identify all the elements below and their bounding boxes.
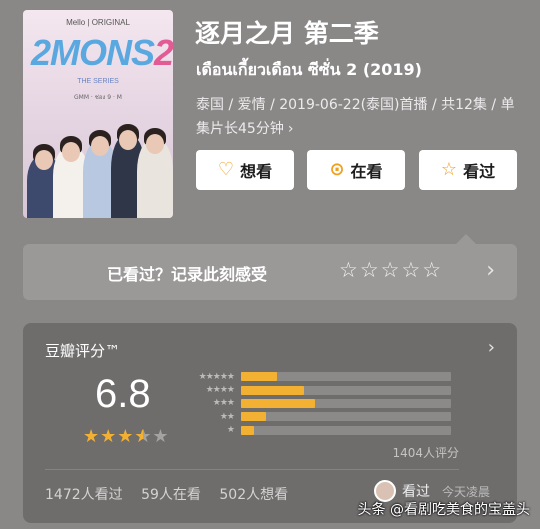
poster-partners: GMM · ช่อง 9 · M <box>74 94 122 101</box>
rating-row-stars: ★★ <box>219 411 235 422</box>
rating-bar-track <box>241 412 451 422</box>
rating-bar-track <box>241 385 451 395</box>
rating-header: 豆瓣评分™ <box>45 342 121 360</box>
star-half-icon: ★ <box>134 426 143 447</box>
rating-row: ★★ <box>189 410 451 423</box>
record-prompt: 已看过？记录此刻感受 <box>107 265 268 284</box>
watched-button[interactable]: ☆ 看过 <box>419 150 517 190</box>
target-icon: ⊙ <box>329 159 345 180</box>
watched-label: 看过 <box>463 162 496 181</box>
poster-logo: 2MONS2 <box>31 32 173 74</box>
watching-label: 在看 <box>350 162 383 181</box>
want-to-watch-label: 想看 <box>240 162 273 181</box>
poster-cast-illustration <box>23 112 173 218</box>
rating-bar-fill <box>241 398 315 408</box>
watching-button[interactable]: ⊙ 在看 <box>307 150 405 190</box>
rating-row-stars: ★★★★ <box>205 385 235 396</box>
recent-time: 今天凌晨 <box>442 484 491 499</box>
original-title: เดือนเกี้ยวเดือน ซีซั่น 2 (2019) <box>196 60 422 79</box>
rating-bar-track <box>241 425 451 435</box>
viewer-stats[interactable]: 1472人看过 59人在看 502人想看 <box>45 484 300 504</box>
rating-panel[interactable]: 豆瓣评分™ › 6.8 ★★★★★★ ★★★★★★★★★★★★★★★ 1404人… <box>23 323 517 523</box>
rating-bar-fill <box>241 425 254 435</box>
record-feeling-bar[interactable]: 已看过？记录此刻感受 ☆☆☆☆☆ › <box>23 244 517 300</box>
watched-count: 1472人看过 <box>45 487 123 503</box>
rating-distribution: ★★★★★ ★★★★ ★★★ ★★ ★ <box>189 370 451 437</box>
rating-bar-track <box>241 398 451 408</box>
rating-bar-fill <box>241 412 267 422</box>
want-to-watch-button[interactable]: ♡ 想看 <box>196 150 294 190</box>
poster-logo-suffix: NS <box>106 32 155 73</box>
rating-stars: ★★★★★★ <box>83 426 170 447</box>
rating-bar-fill <box>241 372 277 382</box>
watching-count: 59人在看 <box>141 487 201 503</box>
star-filled-icon: ★★★ <box>83 426 135 447</box>
rating-bar-track <box>241 372 451 382</box>
rating-row-stars: ★ <box>226 425 235 436</box>
show-meta-info[interactable]: 泰国 / 爱情 / 2019-06-22(泰国)首播 / 共12集 / 单集片长… <box>196 93 516 141</box>
poster-logo-prefix: 2MO <box>31 32 107 73</box>
poster-image[interactable]: Mello | ORIGINAL 2MONS2 THE SERIES GMM ·… <box>23 10 173 218</box>
chevron-right-icon: › <box>287 121 294 137</box>
rating-row: ★★★ <box>189 397 451 410</box>
rating-count: 1404人评分 <box>392 446 459 460</box>
rating-row-stars: ★★★★★ <box>198 371 235 382</box>
watermark: 头条 @看剧吃美食的宝盖头 <box>357 502 530 518</box>
rating-row: ★ <box>189 424 451 437</box>
rating-score: 6.8 <box>95 372 151 416</box>
chevron-right-icon: › <box>486 258 495 283</box>
want-count: 502人想看 <box>219 487 289 503</box>
rating-row: ★★★★ <box>189 383 451 396</box>
record-pointer <box>456 234 476 244</box>
chevron-right-icon[interactable]: › <box>488 337 495 358</box>
divider <box>45 469 459 470</box>
heart-plus-icon: ♡ <box>217 159 235 180</box>
star-empty-icon: ★ <box>152 426 170 447</box>
recent-action: 看过 <box>402 484 430 500</box>
page-title: 逐月之月 第二季 <box>195 19 379 48</box>
poster-brand: Mello | ORIGINAL <box>66 18 130 27</box>
rating-bar-fill <box>241 385 304 395</box>
star-outline-icon: ☆ <box>440 159 458 180</box>
meta-text: 泰国 / 爱情 / 2019-06-22(泰国)首播 / 共12集 / 单集片长… <box>196 97 515 137</box>
rating-row: ★★★★★ <box>189 370 451 383</box>
poster-logo-number: 2 <box>154 32 173 73</box>
rating-stars-input[interactable]: ☆☆☆☆☆ <box>339 258 443 282</box>
rating-row-stars: ★★★ <box>212 398 235 409</box>
poster-series: THE SERIES <box>77 78 119 85</box>
